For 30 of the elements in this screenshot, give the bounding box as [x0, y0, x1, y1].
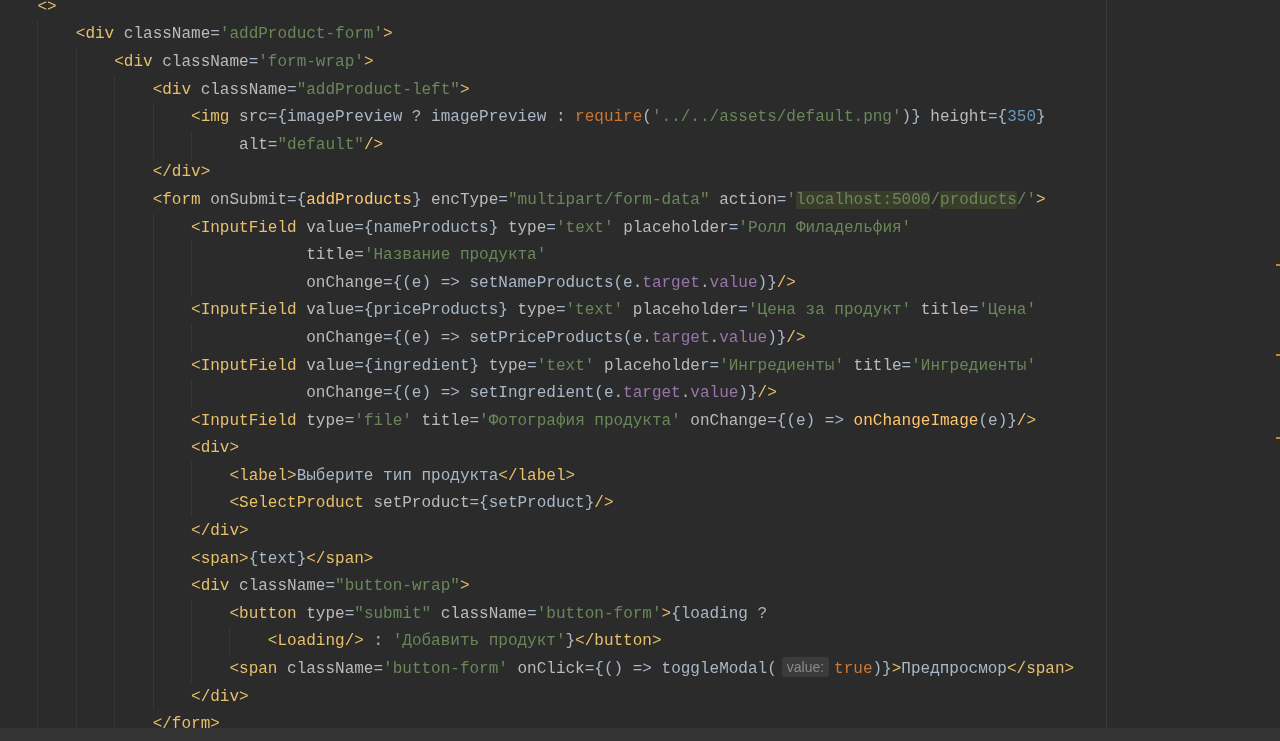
code-line: <span className='button-form' onClick={() => toggleModal( value: true)}>Предпросмор</span> — [229, 657, 1075, 681]
code-line: <InputField value={ingredient} type='text' placeholder='Ингредиенты' title='Ингредиенты' — [191, 355, 1037, 377]
code-line: <label>Выберите тип продукта</label> — [229, 465, 576, 487]
code-line: <div className="addProduct-left"> — [152, 79, 470, 101]
code-line: <> — [37, 0, 57, 18]
scrollbar-mark — [1276, 264, 1280, 266]
code-line: </div> — [152, 162, 211, 184]
code-line: <form onSubmit={addProducts} encType="multipart/form-data" action='localhost:5000/products/'> — [152, 189, 1046, 211]
code-line: title='Название продукта' — [306, 245, 547, 267]
code-line: <InputField value={priceProducts} type='text' placeholder='Цена за продукт' title='Цена' — [191, 300, 1036, 322]
code-line: alt="default"/> — [239, 134, 384, 156]
code-line: </div> — [191, 521, 249, 543]
code-line: </form> — [152, 714, 220, 736]
code-line: <div className='form-wrap'> — [114, 52, 374, 73]
code-line: onChange={(e) => setNameProducts(e.target.value)}/> — [306, 272, 796, 294]
code-line: <div className='addProduct-form'> — [75, 24, 393, 46]
code-line: <div> — [191, 438, 240, 460]
code-line: </div> — [191, 686, 249, 708]
scrollbar-mark — [1276, 437, 1280, 439]
code-line: <InputField value={nameProducts} type='text' placeholder='Ролл Филадельфия' — [191, 217, 912, 239]
code-line: <img src={imagePreview ? imagePreview : require('../../assets/default.png')} height={350} — [191, 107, 1046, 129]
scrollbar-mark — [1276, 354, 1280, 356]
code-line: <span>{text}</span> — [191, 548, 374, 570]
code-line: onChange={(e) => setPriceProducts(e.target.value)}/> — [306, 327, 806, 349]
code-line: <Loading/> : 'Добавить продукт'}</button> — [267, 631, 662, 653]
code-line: onChange={(e) => setIngredient(e.target.value)}/> — [306, 383, 777, 405]
code-line: <SelectProduct setProduct={setProduct}/> — [229, 493, 614, 515]
code-line: <button type="submit" className='button-form'>{loading ? — [229, 603, 768, 625]
code-line: <div className="button-wrap"> — [191, 576, 470, 598]
code-line: <InputField type='file' title='Фотография продукта' onChange={(e) => onChangeImage(e)}/> — [191, 410, 1037, 432]
